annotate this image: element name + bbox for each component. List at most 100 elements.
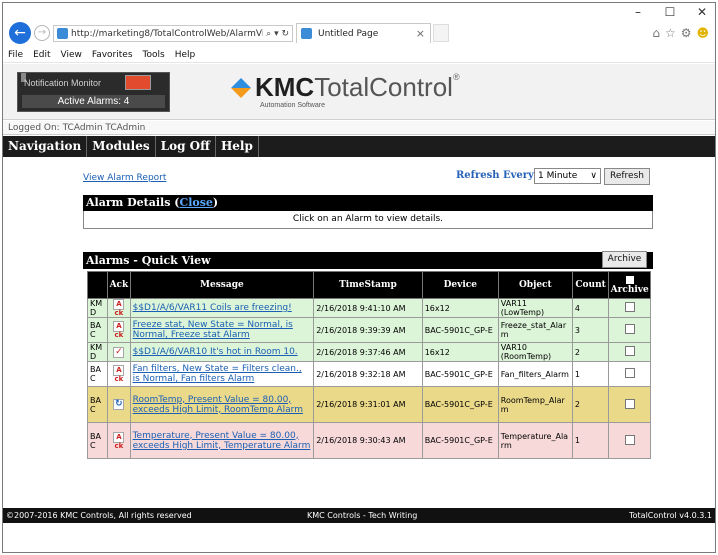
maximize-button[interactable]: ☐ (663, 5, 677, 19)
table-row[interactable]: KMD Ack $$D1/A/6/VAR11 Coils are freezing!… (86, 298, 651, 318)
cell-object: Fan_filters_Alarm (497, 361, 573, 387)
alarm-message-link[interactable]: Fan filters, New State = Filters clean.,… (133, 364, 302, 384)
kmc-diamond-icon (231, 78, 251, 98)
menu-edit[interactable]: Edit (33, 50, 50, 60)
window-controls: – ☐ ✕ (631, 5, 709, 19)
nav-navigation[interactable]: Navigation (3, 136, 88, 157)
archive-checkbox[interactable] (624, 346, 635, 356)
tab-favicon-icon (301, 28, 312, 39)
browser-menu-bar: File Edit View Favorites Tools Help (3, 48, 715, 63)
checkmark-icon[interactable]: ✓ (113, 346, 125, 358)
cell-device: BAC-5901C_GP-E (421, 386, 499, 423)
menu-help[interactable]: Help (175, 50, 196, 60)
settings-gear-icon[interactable]: ⚙ (681, 26, 692, 40)
acknowledge-icon[interactable]: Ack (113, 299, 125, 317)
nav-help[interactable]: Help (216, 136, 259, 157)
cell-ack: Ack (107, 298, 131, 318)
cell-object: Freeze_stat_Alarm (497, 317, 573, 343)
new-tab-button[interactable] (433, 24, 449, 42)
cell-count: 2 (571, 342, 610, 362)
feedback-smiley-icon[interactable]: ☻ (696, 26, 709, 40)
archive-checkbox[interactable] (624, 368, 635, 378)
alarm-message-link[interactable]: $$D1/A/6/VAR11 Coils are freezing! (133, 303, 292, 313)
alarm-details-header: Alarm Details (Close) (83, 195, 653, 211)
favorites-star-icon[interactable]: ☆ (665, 26, 676, 40)
cell-source: BAC (86, 361, 109, 387)
cell-source: KMD (86, 342, 109, 362)
footer-center: KMC Controls - Tech Writing (307, 511, 418, 520)
table-row[interactable]: BAC Ack Fan filters, New State = Filters c… (86, 361, 651, 387)
alarm-message-link[interactable]: Temperature, Present Value = 80.00, exce… (133, 431, 311, 451)
archive-checkbox[interactable] (624, 398, 635, 409)
address-url[interactable]: http://marketing8/TotalControlWeb/AlarmV… (71, 29, 263, 39)
brand-registered: ® (452, 72, 460, 82)
menu-file[interactable]: File (8, 50, 23, 60)
footer: ©2007-2016 KMC Controls, All rights rese… (3, 508, 715, 523)
refresh-button[interactable]: Refresh (604, 168, 650, 185)
menu-tools[interactable]: Tools (143, 50, 165, 60)
brand-name: KMCTotalControl® (255, 72, 460, 103)
cell-archive (608, 386, 651, 423)
main-nav: Navigation Modules Log Off Help (3, 136, 715, 157)
acknowledge-icon[interactable]: Ack (113, 365, 125, 383)
archive-button[interactable]: Archive (602, 251, 647, 268)
nav-log-off[interactable]: Log Off (156, 136, 216, 157)
alarm-message-link[interactable]: Freeze stat, New State = Normal, is Norm… (133, 320, 293, 340)
tab-title: Untitled Page (318, 28, 379, 39)
cell-archive (608, 422, 651, 459)
col-message: Message (129, 271, 315, 299)
close-details-link[interactable]: Close (179, 196, 212, 209)
close-button[interactable]: ✕ (695, 5, 709, 19)
col-object: Object (497, 271, 573, 299)
table-row[interactable]: BAC ↻ RoomTemp, Present Value = 80.00, exc… (86, 386, 651, 423)
menu-favorites[interactable]: Favorites (92, 50, 133, 60)
site-favicon-icon (57, 28, 68, 39)
acknowledge-icon[interactable]: Ack (113, 321, 125, 339)
active-alarms-count[interactable]: Active Alarms: 4 (22, 95, 165, 108)
cell-archive (608, 298, 651, 318)
alarm-message-link[interactable]: $$D1/A/6/VAR10 It's hot in Room 10. (133, 347, 298, 357)
back-arrow-icon[interactable]: ← (9, 22, 31, 44)
cell-device: 16x12 (421, 342, 499, 362)
cell-archive (608, 361, 651, 387)
refresh-label: Refresh Every: (456, 170, 538, 181)
nav-modules[interactable]: Modules (87, 136, 156, 157)
notification-monitor[interactable]: Notification Monitor Active Alarms: 4 (17, 72, 170, 112)
cell-object: RoomTemp_Alarm (497, 386, 573, 423)
cell-device: BAC-5901C_GP-E (421, 422, 499, 459)
tab-close-icon[interactable]: × (416, 27, 430, 40)
acknowledge-icon[interactable]: Ack (113, 431, 125, 450)
archive-checkbox[interactable] (624, 324, 635, 334)
col-source (86, 271, 109, 299)
archive-checkbox[interactable] (624, 302, 635, 312)
home-icon[interactable]: ⌂ (652, 26, 660, 40)
forward-arrow-icon[interactable]: → (34, 25, 50, 41)
alarm-indicator-icon (125, 75, 151, 90)
view-alarm-report-link[interactable]: View Alarm Report (83, 173, 166, 183)
cell-message: $$D1/A/6/VAR11 Coils are freezing! (129, 298, 315, 318)
cell-timestamp: 2/16/2018 9:32:18 AM (313, 361, 423, 387)
acknowledge-pending-icon[interactable]: ↻ (113, 399, 125, 410)
menu-view[interactable]: View (61, 50, 82, 60)
address-controls[interactable]: ⌕ ▾ ↻ (263, 29, 292, 39)
refresh-interval-select[interactable]: 1 Minute ∨ (534, 168, 601, 184)
select-all-checkbox[interactable] (625, 275, 634, 284)
col-archive-label: Archive (610, 284, 649, 295)
browser-nav-row: ← → http://marketing8/TotalControlWeb/Al… (3, 19, 715, 47)
cell-timestamp: 2/16/2018 9:31:01 AM (313, 386, 423, 423)
table-row[interactable]: BAC Ack Freeze stat, New State = Normal, i… (86, 317, 651, 343)
cell-count: 1 (571, 361, 610, 387)
browser-tab[interactable]: Untitled Page × (296, 23, 431, 43)
minimize-button[interactable]: – (631, 5, 645, 19)
cell-object: VAR11 (LowTemp) (497, 298, 573, 318)
table-row[interactable]: KMD ✓ $$D1/A/6/VAR10 It's hot in Room 10. 2… (86, 342, 651, 362)
alarm-details-body: Click on an Alarm to view details. (83, 211, 653, 229)
archive-checkbox[interactable] (624, 434, 635, 445)
address-bar[interactable]: http://marketing8/TotalControlWeb/AlarmV… (53, 25, 293, 42)
alarm-message-link[interactable]: RoomTemp, Present Value = 80.00, exceeds… (133, 395, 303, 415)
cell-device: BAC-5901C_GP-E (421, 317, 499, 343)
table-row[interactable]: BAC Ack Temperature, Present Value = 80.00… (86, 422, 651, 459)
toolbar-icons: ⌂ ☆ ⚙ ☻ (652, 26, 709, 40)
cell-message: Freeze stat, New State = Normal, is Norm… (129, 317, 315, 343)
alarms-table: Ack Message TimeStamp Device Object Coun… (86, 271, 651, 459)
